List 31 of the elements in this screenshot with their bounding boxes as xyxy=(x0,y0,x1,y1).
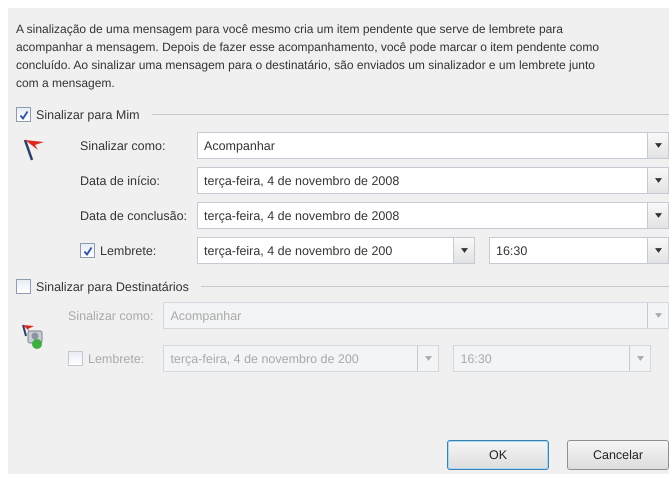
dropdown-field[interactable]: terça-feira, 4 de novembro de 2008 xyxy=(197,167,669,194)
caret-icon xyxy=(636,356,644,361)
dropdown-button[interactable] xyxy=(453,238,474,263)
dropdown-field[interactable]: Acompanhar xyxy=(197,132,669,159)
dropdown-field[interactable]: terça-feira, 4 de novembro de 2008 xyxy=(197,202,669,229)
section-label: Sinalizar para Mim xyxy=(36,108,140,122)
caret-icon xyxy=(654,248,662,253)
checkbox[interactable] xyxy=(80,243,95,258)
dialog-button[interactable]: OK xyxy=(447,440,549,470)
checkbox[interactable] xyxy=(16,107,31,122)
field-label: Data de conclusão: xyxy=(79,208,188,222)
field-label: Sinalizar como: xyxy=(79,138,166,152)
caret-icon xyxy=(654,213,662,218)
dropdown-button[interactable] xyxy=(647,133,668,158)
field-label: Sinalizar como: xyxy=(67,308,154,322)
field-label: Data de início: xyxy=(79,174,161,188)
dropdown-field[interactable]: 16:30 xyxy=(489,237,669,264)
field-label: Lembrete: xyxy=(88,352,144,366)
dropdown-button[interactable] xyxy=(647,168,668,193)
caret-icon xyxy=(654,313,662,318)
caret-icon xyxy=(654,143,662,148)
dialog-button[interactable]: Cancelar xyxy=(567,440,669,470)
caret-icon xyxy=(460,248,468,253)
caret-icon xyxy=(654,178,662,183)
field-label: Lembrete: xyxy=(100,244,156,258)
dropdown-button[interactable] xyxy=(647,203,668,228)
description-text: A sinalização de uma mensagem para você mesmo cria um item pendente que serve de lembrete para acompanhar a mensagem. Depois de fazer esse acompanhamento, você pode marcar o item pendente como concluído. Ao sinalizar uma mensagem para o destinatário, são enviados um sinalizador e um lembrete junto com a mensagem. xyxy=(16,21,600,92)
section-label: Sinalizar para Destinatários xyxy=(36,280,189,294)
dropdown-field[interactable]: terça-feira, 4 de novembro de 200 xyxy=(197,237,476,264)
caret-icon xyxy=(424,356,432,361)
dropdown-button[interactable] xyxy=(647,238,668,263)
